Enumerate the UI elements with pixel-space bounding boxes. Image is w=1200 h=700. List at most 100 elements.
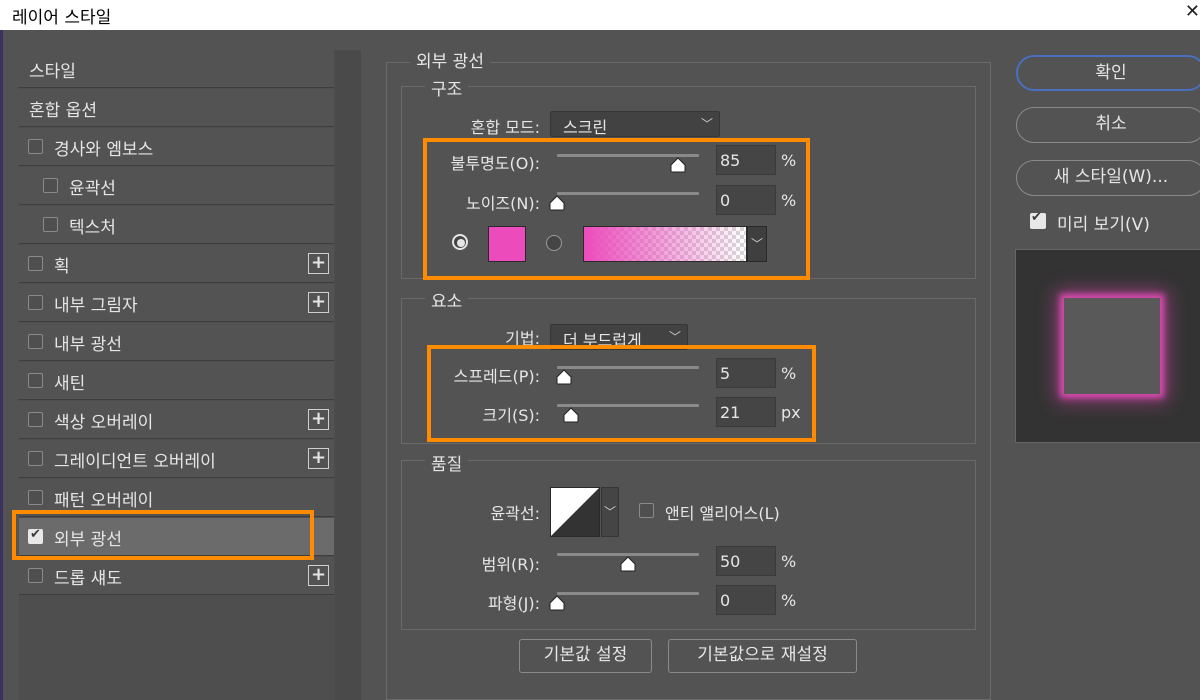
sidebar-item[interactable]: 경사와 엠보스 [19,128,334,166]
opacity-unit: % [781,151,797,170]
sidebar-item-checkbox[interactable] [28,527,43,544]
size-unit: px [781,403,801,422]
sidebar-item-label: 윤곽선 [69,179,116,199]
gradient-radio[interactable] [546,235,562,251]
sidebar-item-label: 경사와 엠보스 [54,140,154,160]
sidebar-item[interactable]: 혼합 옵션 [19,89,334,127]
chevron-down-icon: ﹀ [700,117,713,131]
sidebar-item-checkbox[interactable] [28,373,43,388]
sidebar-item-label: 패턴 오버레이 [54,491,154,511]
noise-slider-track[interactable] [557,192,699,195]
contour-curve-icon [551,488,599,536]
sidebar-item[interactable]: 윤곽선 [19,167,334,205]
antialias-checkbox[interactable] [639,503,654,518]
jitter-label: 파형(J): [487,594,540,613]
sidebar-item-label: 색상 오버레이 [54,413,154,433]
spread-label: 스프레드(P): [453,367,540,386]
sidebar-item-checkbox[interactable] [43,178,58,193]
jitter-unit: % [781,591,797,610]
window-title: 레이어 스타일 [12,8,112,28]
sidebar-item[interactable]: 외부 광선 [19,518,334,556]
sidebar-item-label: 드롭 섀도 [54,569,122,589]
contour-chevron-icon[interactable]: ﹀ [601,487,619,537]
sidebar-item-label: 혼합 옵션 [29,101,97,121]
antialias-label: 앤티 앨리어스(L) [665,504,780,523]
sidebar-item-checkbox[interactable] [28,334,43,349]
solid-color-radio[interactable] [452,234,468,250]
size-label: 크기(S): [482,406,540,425]
sidebar-item-checkbox[interactable] [28,256,43,271]
add-effect-icon[interactable]: + [308,253,329,274]
new-style-button[interactable]: 새 스타일(W)... [1016,160,1200,196]
sidebar-item-label: 내부 그림자 [54,296,138,316]
technique-value: 더 부드럽게 [563,331,642,350]
cancel-button[interactable]: 취소 [1016,107,1200,143]
glow-color-swatch[interactable] [488,226,526,262]
sidebar-item-checkbox[interactable] [28,139,43,154]
sidebar-item-label: 획 [54,257,70,277]
chevron-down-icon: ﹀ [668,330,681,344]
sidebar-scrollbar[interactable] [335,50,361,700]
preview-label: 미리 보기(V) [1057,215,1150,235]
sidebar-item-checkbox[interactable] [28,412,43,427]
glow-gradient-swatch[interactable] [583,226,747,262]
opacity-label: 불투명도(O): [450,154,540,173]
close-icon[interactable]: ✕ [1185,1,1200,22]
sidebar-item-checkbox[interactable] [28,490,43,505]
title-bar: 레이어 스타일 ✕ [0,0,1200,30]
noise-unit: % [781,191,797,210]
sidebar-item[interactable]: 새틴 [19,362,334,400]
preview-checkbox[interactable] [1030,210,1046,229]
noise-input[interactable]: 0 [716,185,776,215]
gradient-chevron-icon[interactable]: ﹀ [747,226,767,262]
window-edge [0,30,3,700]
spread-unit: % [781,364,797,383]
range-input[interactable]: 50 [716,546,776,576]
sidebar-item-label: 내부 광선 [54,335,122,355]
sidebar-item-checkbox[interactable] [28,568,43,583]
sidebar-item-label: 그레이디언트 오버레이 [54,452,216,472]
sidebar-item[interactable]: 획 + [19,245,334,283]
sidebar-item[interactable]: 패턴 오버레이 [19,479,334,517]
reset-default-button[interactable]: 기본값으로 재설정 [668,639,857,673]
sidebar-item-checkbox[interactable] [28,451,43,466]
sidebar-item-checkbox[interactable] [28,295,43,310]
add-effect-icon[interactable]: + [308,409,329,430]
quality-title: 품질 [425,450,469,475]
make-default-button[interactable]: 기본값 설정 [519,639,652,673]
blend-mode-label: 혼합 모드: [470,118,540,137]
contour-label: 윤곽선: [490,504,540,523]
size-input[interactable]: 21 [716,397,776,427]
panel-title: 외부 광선 [410,47,490,72]
sidebar-item-label: 새틴 [54,374,86,394]
sidebar-item[interactable]: 텍스처 [19,206,334,244]
add-effect-icon[interactable]: + [308,565,329,586]
preview-thumbnail [1064,298,1160,394]
jitter-slider-track[interactable] [557,592,699,595]
technique-select[interactable]: 더 부드럽게 ﹀ [550,324,688,350]
blend-mode-select[interactable]: 스크린 ﹀ [550,111,720,137]
range-label: 범위(R): [481,555,540,574]
sidebar-item[interactable]: 내부 그림자 + [19,284,334,322]
range-unit: % [781,552,797,571]
add-effect-icon[interactable]: + [308,292,329,313]
jitter-input[interactable]: 0 [716,585,776,615]
blend-mode-value: 스크린 [563,118,608,137]
ok-button[interactable]: 확인 [1016,55,1200,91]
sidebar-item-label: 외부 광선 [54,530,122,550]
sidebar-item-label: 스타일 [29,62,76,82]
sidebar-item-checkbox[interactable] [43,217,58,232]
elements-title: 요소 [425,287,469,312]
sidebar-item[interactable]: 색상 오버레이 + [19,401,334,439]
opacity-input[interactable]: 85 [716,145,776,175]
spread-input[interactable]: 5 [716,358,776,388]
sidebar-item-label: 텍스처 [69,218,116,238]
spread-slider-track[interactable] [557,366,699,369]
sidebar-item[interactable]: 드롭 섀도 + [19,557,334,595]
add-effect-icon[interactable]: + [308,448,329,469]
sidebar-item[interactable]: 스타일 [19,50,334,88]
sidebar-item[interactable]: 내부 광선 [19,323,334,361]
sidebar-item[interactable]: 그레이디언트 오버레이 + [19,440,334,478]
style-list-sidebar: 스타일 혼합 옵션 경사와 엠보스 윤곽선 텍스처 획 + 내부 그림자 + 내부 광선 새틴 색상 … [19,50,361,700]
contour-picker[interactable] [550,487,600,537]
